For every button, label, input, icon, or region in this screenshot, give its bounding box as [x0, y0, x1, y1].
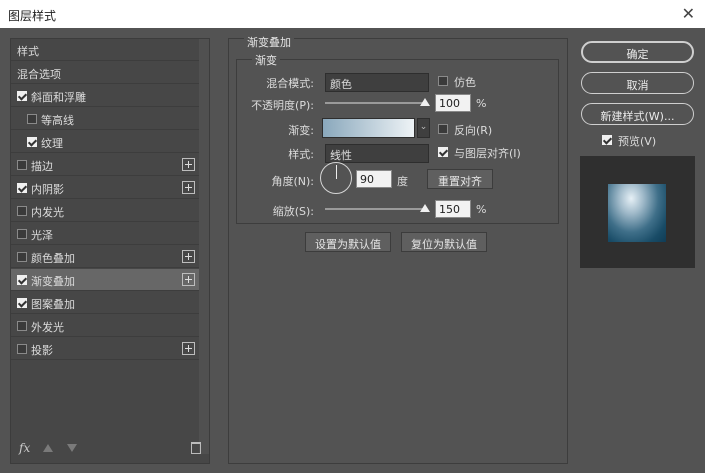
window-title: 图层样式 — [8, 9, 57, 23]
angle-dial[interactable] — [320, 162, 352, 194]
style-item-label: 渐变叠加 — [31, 275, 75, 288]
styles-footer: fx — [11, 437, 209, 463]
style-select[interactable]: 线性 ⌄ — [325, 144, 429, 163]
move-up-icon[interactable] — [43, 444, 53, 452]
group-title: 渐变叠加 — [244, 34, 294, 50]
preview-thumbnail — [608, 184, 666, 242]
reverse-label: 反向(R) — [454, 124, 493, 137]
style-item-label: 纹理 — [41, 137, 63, 150]
style-checkbox[interactable] — [27, 137, 37, 147]
style-list-item[interactable]: 外发光 — [11, 315, 199, 337]
make-default-button[interactable]: 设置为默认值 — [305, 232, 391, 252]
gradient-preview-swatch[interactable] — [322, 118, 415, 138]
angle-unit: 度 — [397, 175, 408, 188]
style-item-label: 颜色叠加 — [31, 252, 75, 265]
style-item-label: 描边 — [31, 160, 53, 173]
style-checkbox[interactable] — [17, 91, 27, 101]
style-item-label: 等高线 — [41, 114, 74, 127]
reverse-check-icon — [438, 124, 448, 134]
style-list-item[interactable]: 样式 — [11, 39, 199, 61]
style-item-label: 图案叠加 — [31, 298, 75, 311]
scale-input[interactable]: 150 — [435, 200, 471, 218]
scale-value: 150 — [439, 203, 460, 216]
style-checkbox[interactable] — [17, 183, 27, 193]
style-list-item[interactable]: 描边 — [11, 154, 199, 176]
dither-check-icon — [438, 76, 448, 86]
blend-mode-select[interactable]: 颜色 ⌄ — [325, 73, 429, 92]
align-check-icon — [438, 147, 448, 157]
style-checkbox[interactable] — [17, 344, 27, 354]
style-list-item[interactable]: 等高线 — [11, 108, 199, 130]
style-checkbox[interactable] — [17, 229, 27, 239]
style-list-item[interactable]: 光泽 — [11, 223, 199, 245]
style-item-label: 内阴影 — [31, 183, 64, 196]
style-item-label: 混合选项 — [17, 68, 61, 81]
style-list-item[interactable]: 渐变叠加 — [11, 269, 199, 291]
styles-panel: 样式混合选项斜面和浮雕等高线纹理描边内阴影内发光光泽颜色叠加渐变叠加图案叠加外发… — [10, 38, 210, 464]
style-checkbox[interactable] — [17, 275, 27, 285]
style-item-label: 斜面和浮雕 — [31, 91, 86, 104]
style-preview — [580, 156, 695, 268]
style-checkbox[interactable] — [27, 114, 37, 124]
fx-icon[interactable]: fx — [19, 441, 30, 455]
dither-label: 仿色 — [454, 76, 476, 89]
angle-input[interactable]: 90 — [356, 170, 392, 188]
style-item-label: 样式 — [17, 45, 39, 58]
add-instance-icon[interactable] — [182, 181, 195, 194]
style-list-item[interactable]: 内发光 — [11, 200, 199, 222]
align-label: 与图层对齐(I) — [454, 147, 521, 160]
scale-unit: % — [476, 203, 487, 216]
style-item-label: 外发光 — [31, 321, 64, 334]
add-instance-icon[interactable] — [182, 158, 195, 171]
style-list-item[interactable]: 颜色叠加 — [11, 246, 199, 268]
gradient-label: 渐变: — [288, 124, 314, 137]
style-item-label: 投影 — [31, 344, 53, 357]
cancel-button[interactable]: 取消 — [581, 72, 694, 94]
style-checkbox[interactable] — [17, 252, 27, 262]
move-down-icon[interactable] — [67, 444, 77, 452]
scale-slider-handle[interactable] — [420, 204, 430, 212]
reset-default-button[interactable]: 复位为默认值 — [401, 232, 487, 252]
preview-label: 预览(V) — [618, 135, 657, 148]
close-icon[interactable]: ✕ — [682, 4, 695, 23]
style-list-item[interactable]: 投影 — [11, 338, 199, 360]
add-instance-icon[interactable] — [182, 342, 195, 355]
opacity-input[interactable]: 100 — [435, 94, 471, 112]
gradient-picker-chevron-icon[interactable]: ⌄ — [417, 118, 430, 138]
opacity-slider-handle[interactable] — [420, 98, 430, 106]
opacity-label: 不透明度(P): — [251, 99, 314, 112]
style-checkbox[interactable] — [17, 160, 27, 170]
add-instance-icon[interactable] — [182, 273, 195, 286]
subgroup-title: 渐变 — [252, 52, 280, 68]
styles-scrollbar[interactable] — [199, 39, 209, 454]
style-list-item[interactable]: 图案叠加 — [11, 292, 199, 314]
new-style-button[interactable]: 新建样式(W)... — [581, 103, 694, 125]
opacity-value: 100 — [439, 97, 460, 110]
style-list-item[interactable]: 混合选项 — [11, 62, 199, 84]
style-item-label: 光泽 — [31, 229, 53, 242]
angle-value: 90 — [360, 173, 374, 186]
preview-check-icon — [602, 135, 612, 145]
angle-label: 角度(N): — [271, 175, 314, 188]
trash-icon[interactable] — [191, 442, 201, 454]
chevron-down-icon: ⌄ — [330, 77, 338, 87]
scale-label: 缩放(S): — [272, 205, 314, 218]
opacity-unit: % — [476, 97, 487, 110]
title-bar: 图层样式 ✕ — [0, 0, 705, 28]
style-list-item[interactable]: 纹理 — [11, 131, 199, 153]
style-list-item[interactable]: 内阴影 — [11, 177, 199, 199]
blend-mode-label: 混合模式: — [266, 77, 314, 90]
style-item-label: 内发光 — [31, 206, 64, 219]
reset-alignment-button[interactable]: 重置对齐 — [427, 169, 493, 189]
chevron-down-icon: ⌄ — [330, 148, 338, 158]
ok-button[interactable]: 确定 — [581, 41, 694, 63]
opacity-slider[interactable] — [325, 102, 425, 104]
style-list-item[interactable]: 斜面和浮雕 — [11, 85, 199, 107]
style-checkbox[interactable] — [17, 321, 27, 331]
add-instance-icon[interactable] — [182, 250, 195, 263]
style-checkbox[interactable] — [17, 298, 27, 308]
style-label: 样式: — [288, 148, 314, 161]
scale-slider[interactable] — [325, 208, 425, 210]
style-checkbox[interactable] — [17, 206, 27, 216]
